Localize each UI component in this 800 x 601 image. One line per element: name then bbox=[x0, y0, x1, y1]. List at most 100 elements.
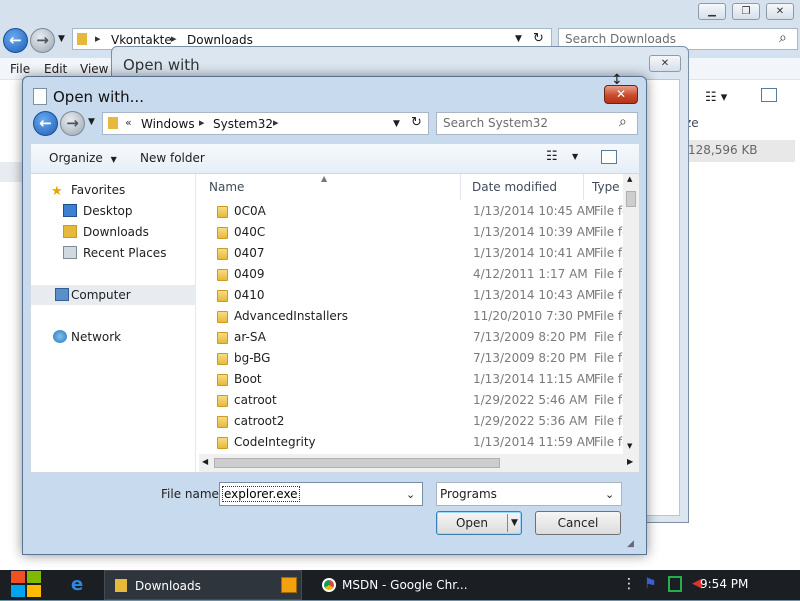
file-row[interactable]: 0407 1/13/2014 10:41 AMFile fol bbox=[199, 243, 623, 264]
nav-downloads[interactable]: Downloads bbox=[31, 222, 196, 242]
scroll-up-icon[interactable]: ▲ bbox=[627, 175, 632, 183]
internet-explorer-icon[interactable]: e bbox=[71, 574, 83, 595]
preview-pane-icon[interactable] bbox=[761, 88, 777, 102]
nav-computer[interactable]: Computer bbox=[31, 285, 196, 305]
address-dropdown-icon[interactable]: ▼ bbox=[393, 119, 400, 129]
breadcrumb-windows[interactable]: Windows bbox=[141, 117, 195, 131]
downloads-folder-icon bbox=[63, 225, 77, 238]
maximize-button[interactable]: ❐ bbox=[732, 3, 760, 20]
organize-button[interactable]: Organize ▼ bbox=[49, 151, 117, 165]
file-name-input[interactable]: explorer.exe ⌄ bbox=[219, 482, 423, 506]
nav-recent-places[interactable]: Recent Places bbox=[31, 243, 196, 263]
file-type-dropdown-icon[interactable]: ⌄ bbox=[605, 484, 614, 506]
forward-button[interactable]: → bbox=[30, 28, 55, 53]
file-row[interactable]: CodeIntegrity 1/13/2014 11:59 AMFile fol bbox=[199, 432, 623, 453]
tray-overflow-icon[interactable]: ⋮ bbox=[622, 576, 636, 592]
vertical-scrollbar[interactable]: ▲ ▼ bbox=[623, 174, 639, 454]
selected-row-highlight: 128,596 KB bbox=[685, 140, 795, 162]
network-tray-icon[interactable] bbox=[668, 576, 682, 592]
crumb-separator: ▸ bbox=[95, 32, 101, 45]
file-row[interactable]: 040C 1/13/2014 10:39 AMFile fol bbox=[199, 222, 623, 243]
outer-close-button[interactable]: ✕ bbox=[649, 55, 681, 72]
file-row-name: bg-BG bbox=[234, 351, 271, 365]
file-row[interactable]: 0C0A 1/13/2014 10:45 AMFile fol bbox=[199, 201, 623, 222]
computer-icon bbox=[55, 288, 69, 301]
chevron-down-icon: ▼ bbox=[110, 155, 117, 164]
action-center-flag-icon[interactable]: ⚑ bbox=[644, 576, 658, 592]
taskbar-downloads[interactable]: Downloads bbox=[104, 570, 302, 600]
change-view-icon[interactable]: ☷ bbox=[546, 149, 558, 164]
file-row-name: CodeIntegrity bbox=[234, 435, 316, 449]
file-row-date: 1/13/2014 10:45 AM bbox=[473, 204, 596, 218]
address-dropdown-icon[interactable]: ▼ bbox=[515, 34, 522, 44]
file-row-date: 1/13/2014 10:39 AM bbox=[473, 225, 596, 239]
file-row-type: File fol bbox=[594, 330, 623, 344]
open-dropdown-icon[interactable]: ▼ bbox=[511, 512, 518, 534]
vertical-scroll-thumb[interactable] bbox=[626, 191, 636, 207]
close-button[interactable]: ✕ bbox=[766, 3, 794, 20]
dialog-back-button[interactable]: ← bbox=[33, 111, 58, 136]
refresh-icon[interactable]: ↻ bbox=[533, 31, 544, 46]
menu-file[interactable]: File bbox=[10, 62, 30, 76]
start-button[interactable] bbox=[11, 571, 43, 599]
breadcrumb-downloads[interactable]: Downloads bbox=[187, 33, 253, 47]
taskbar-chrome[interactable]: MSDN - Google Chr... bbox=[312, 570, 468, 600]
desktop-icon bbox=[63, 204, 77, 217]
view-options-icon[interactable]: ☷ ▾ bbox=[705, 90, 727, 105]
horizontal-scroll-thumb[interactable] bbox=[214, 458, 500, 468]
file-row[interactable]: catroot2 1/29/2022 5:36 AM File fol bbox=[199, 411, 623, 432]
horizontal-scrollbar[interactable]: ◀ ▶ bbox=[199, 454, 639, 472]
view-menu-chevron-icon[interactable]: ▼ bbox=[572, 152, 578, 161]
breadcrumb-vkontakte[interactable]: Vkontakte bbox=[111, 33, 172, 47]
menu-view[interactable]: View bbox=[80, 62, 108, 76]
preview-pane-icon[interactable] bbox=[601, 150, 617, 164]
nav-desktop-label: Desktop bbox=[83, 204, 133, 218]
refresh-icon[interactable]: ↻ bbox=[411, 115, 422, 130]
file-row-name: Boot bbox=[234, 372, 262, 386]
nav-desktop[interactable]: Desktop bbox=[31, 201, 196, 221]
file-row-type: File fol bbox=[594, 288, 623, 302]
media-player-icon[interactable] bbox=[281, 577, 297, 593]
taskbar-clock[interactable]: 9:54 PM bbox=[700, 577, 748, 591]
resize-grip-icon[interactable]: ◢ bbox=[627, 539, 634, 549]
search-system32-input[interactable]: Search System32 ⌕ bbox=[436, 112, 638, 135]
column-type[interactable]: Type bbox=[589, 174, 623, 200]
minimize-button[interactable]: ▁ bbox=[698, 3, 726, 20]
file-row-name: 0410 bbox=[234, 288, 265, 302]
dialog-address-bar[interactable]: « Windows ▸ System32 ▸ ▼ ↻ bbox=[102, 112, 429, 135]
windows-logo-pane bbox=[27, 585, 41, 597]
file-row-date: 1/13/2014 11:59 AM bbox=[473, 435, 596, 449]
file-row[interactable]: 0410 1/13/2014 10:43 AMFile fol bbox=[199, 285, 623, 306]
recent-pages-chevron-icon[interactable]: ▼ bbox=[58, 34, 65, 44]
column-date-modified[interactable]: Date modified bbox=[469, 174, 584, 200]
menu-edit[interactable]: Edit bbox=[44, 62, 67, 76]
search-placeholder: Search Downloads bbox=[565, 32, 676, 46]
open-button[interactable]: Open ▼ bbox=[436, 511, 522, 535]
file-type-select[interactable]: Programs ⌄ bbox=[436, 482, 622, 506]
nav-network[interactable]: Network bbox=[31, 327, 196, 347]
dialog-recent-chevron-icon[interactable]: ▼ bbox=[88, 117, 95, 127]
file-row[interactable]: AdvancedInstallers 11/20/2010 7:30 PM File… bbox=[199, 306, 623, 327]
cancel-button[interactable]: Cancel bbox=[535, 511, 621, 535]
column-name[interactable]: Name ▲ bbox=[199, 174, 461, 200]
scroll-right-icon[interactable]: ▶ bbox=[627, 457, 633, 466]
back-button[interactable]: ← bbox=[3, 28, 28, 53]
file-row[interactable]: ar-SA 7/13/2009 8:20 PM File fol bbox=[199, 327, 623, 348]
file-name-dropdown-icon[interactable]: ⌄ bbox=[406, 484, 415, 506]
file-row-type: File fol bbox=[594, 267, 623, 281]
scroll-left-icon[interactable]: ◀ bbox=[202, 457, 208, 466]
file-row[interactable]: bg-BG 7/13/2009 8:20 PM File fol bbox=[199, 348, 623, 369]
file-row[interactable]: 0409 4/12/2011 1:17 AM File fol bbox=[199, 264, 623, 285]
dialog-title: Open with... bbox=[53, 88, 144, 106]
file-row[interactable]: catroot 1/29/2022 5:46 AM File fol bbox=[199, 390, 623, 411]
file-row-name: catroot2 bbox=[234, 414, 285, 428]
file-row-name: 0407 bbox=[234, 246, 265, 260]
file-row-date: 1/29/2022 5:46 AM bbox=[473, 393, 588, 407]
crumb-overflow-icon[interactable]: « bbox=[125, 116, 132, 129]
nav-favorites[interactable]: ★ Favorites bbox=[31, 180, 196, 200]
dialog-forward-button[interactable]: → bbox=[60, 111, 85, 136]
breadcrumb-system32[interactable]: System32 bbox=[213, 117, 273, 131]
file-row[interactable]: Boot 1/13/2014 11:15 AMFile fol bbox=[199, 369, 623, 390]
scroll-down-icon[interactable]: ▼ bbox=[627, 442, 632, 450]
new-folder-button[interactable]: New folder bbox=[140, 151, 205, 165]
